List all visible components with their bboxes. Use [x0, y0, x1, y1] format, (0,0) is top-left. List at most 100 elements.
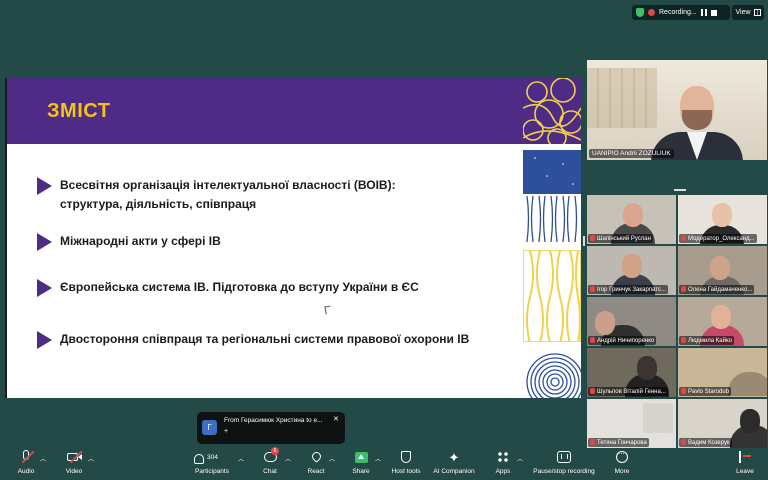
pause-recording-icon: [557, 451, 571, 463]
leave-label: Leave: [736, 468, 754, 475]
mic-muted-icon: [681, 235, 686, 241]
mic-muted-icon: [681, 337, 686, 343]
pause-stop-recording-button[interactable]: Pause/stop recording: [527, 450, 601, 475]
view-label: View: [735, 9, 750, 16]
share-screen-icon: [355, 452, 368, 463]
leave-icon: [739, 451, 751, 463]
stop-icon[interactable]: [711, 10, 717, 16]
ai-companion-label: AI Companion: [433, 468, 474, 475]
participant-count: 304: [207, 454, 218, 461]
participant-name: Шульпов Віталій Генна...: [588, 387, 668, 396]
share-label: Share: [352, 468, 369, 475]
sparkle-icon: ✦: [446, 450, 462, 465]
chat-notification-title: From Герасимюк Христина to e...: [224, 417, 322, 424]
mic-muted-icon: [590, 439, 595, 445]
slide-header: ЗМІСТ: [7, 78, 523, 144]
sender-avatar: Г: [202, 420, 217, 435]
mic-muted-icon: [681, 439, 686, 445]
participant-name: Pavlo Starodub: [679, 387, 731, 396]
meeting-toolbar: Audio ︿ Video ︿ 304 Participants ︿ 6 Cha…: [0, 448, 768, 480]
participant-name: Тетяна Гончарова: [588, 438, 649, 447]
leave-button[interactable]: Leave: [715, 450, 768, 475]
chat-notification-body: +: [224, 428, 228, 435]
agenda-item-text: Європейська система ІВ. Підготовка до вс…: [60, 278, 419, 297]
participant-tile[interactable]: Андрій Ничипоренко: [587, 297, 676, 346]
bullet-triangle-icon: [37, 233, 52, 251]
agenda-item-3: Європейська система ІВ. Підготовка до вс…: [37, 278, 419, 297]
top-bar: Recording... View: [0, 0, 768, 26]
host-tools-label: Host tools: [392, 468, 421, 475]
agenda-item-2: Міжнародні акти у сфері ІВ: [37, 232, 221, 251]
participant-name: Модератор_Олександ...: [679, 234, 757, 243]
more-label: More: [615, 468, 630, 475]
participant-tile[interactable]: Олена Гайдамаченко...: [678, 246, 767, 295]
participants-button[interactable]: 304 Participants: [182, 450, 242, 475]
decor-yellow-waves: [523, 250, 581, 342]
shield-icon: [636, 8, 644, 17]
agenda-item-4: Двостороння співпраця та регіональні сис…: [37, 330, 469, 349]
participant-name: Андрій Ничипоренко: [588, 336, 656, 345]
decor-blue-rings: [523, 348, 581, 398]
record-icon: [648, 9, 655, 16]
mic-muted-icon: [590, 235, 595, 241]
participant-tile[interactable]: Вадим Козерук: [678, 399, 767, 448]
participant-tile[interactable]: Шульпов Віталій Генна...: [587, 348, 676, 397]
participant-name: Вадим Козерук: [679, 438, 732, 447]
shared-screen-slide: ЗМІСТ: [5, 78, 581, 398]
participant-name: Олена Гайдамаченко...: [679, 285, 754, 294]
host-shield-icon: [401, 451, 411, 463]
participants-label: Participants: [195, 468, 229, 475]
chat-label: Chat: [263, 468, 277, 475]
slide-title: ЗМІСТ: [47, 100, 110, 123]
participant-tile[interactable]: Ігор Гринчук Закарпатс...: [587, 246, 676, 295]
mic-muted-icon: [590, 388, 595, 394]
bullet-triangle-icon: [37, 331, 52, 349]
decor-yellow-scribble: [523, 78, 581, 144]
chat-notification[interactable]: Г From Герасимюк Христина to e... + ✕: [197, 412, 345, 444]
video-button[interactable]: Video: [44, 450, 104, 475]
agenda-item-text: Міжнародні акти у сфері ІВ: [60, 232, 221, 251]
heart-icon: [310, 450, 323, 463]
mouse-cursor-icon: [324, 306, 331, 315]
participants-icon: [194, 454, 204, 464]
participant-tile[interactable]: Людмила Кайко: [678, 297, 767, 346]
view-button[interactable]: View: [732, 5, 764, 20]
grid-view-icon: [754, 9, 761, 16]
chat-unread-badge: 6: [271, 447, 279, 455]
recording-indicator[interactable]: Recording...: [632, 5, 730, 20]
participant-name: Ігор Гринчук Закарпатс...: [588, 285, 668, 294]
video-options-chevron-icon[interactable]: ︿: [88, 454, 94, 463]
decor-blue-lines: [523, 150, 581, 242]
more-icon: [616, 451, 628, 463]
pause-icon[interactable]: [701, 9, 707, 16]
video-bookshelf: [587, 68, 657, 128]
react-label: React: [308, 468, 325, 475]
video-label: Video: [66, 468, 83, 475]
agenda-item-text: Всесвітня організація інтелектуальної вл…: [60, 176, 410, 214]
panel-resize-handle[interactable]: [674, 189, 686, 191]
pause-stop-recording-label: Pause/stop recording: [533, 468, 594, 475]
participant-name: Шапінський Руслан: [588, 234, 653, 243]
participant-tile[interactable]: Шапінський Руслан: [587, 195, 676, 244]
apps-button[interactable]: Apps: [473, 450, 533, 475]
participant-tile[interactable]: Pavlo Starodub: [678, 348, 767, 397]
participant-tile[interactable]: Модератор_Олександ...: [678, 195, 767, 244]
mic-muted-icon: [681, 286, 686, 292]
audio-label: Audio: [18, 468, 35, 475]
participant-name: Людмила Кайко: [679, 336, 734, 345]
agenda-item-1: Всесвітня організація інтелектуальної вл…: [37, 176, 410, 214]
agenda-item-text: Двостороння співпраця та регіональні сис…: [60, 330, 469, 349]
mic-muted-icon: [590, 337, 595, 343]
speaker-name-label: UANIPIO Andrii ZOZULIUK: [589, 149, 674, 158]
apps-grid-icon: [497, 451, 509, 463]
apps-options-chevron-icon[interactable]: ︿: [517, 454, 523, 463]
recording-label: Recording...: [659, 9, 697, 16]
mic-muted-icon: [681, 388, 686, 394]
gallery-scroll-handle[interactable]: [583, 236, 585, 246]
bullet-triangle-icon: [37, 177, 52, 195]
more-button[interactable]: More: [592, 450, 652, 475]
active-speaker-video[interactable]: UANIPIO Andrii ZOZULIUK: [587, 60, 767, 160]
bullet-triangle-icon: [37, 279, 52, 297]
participant-tile[interactable]: Тетяна Гончарова: [587, 399, 676, 448]
close-icon[interactable]: ✕: [333, 415, 339, 423]
